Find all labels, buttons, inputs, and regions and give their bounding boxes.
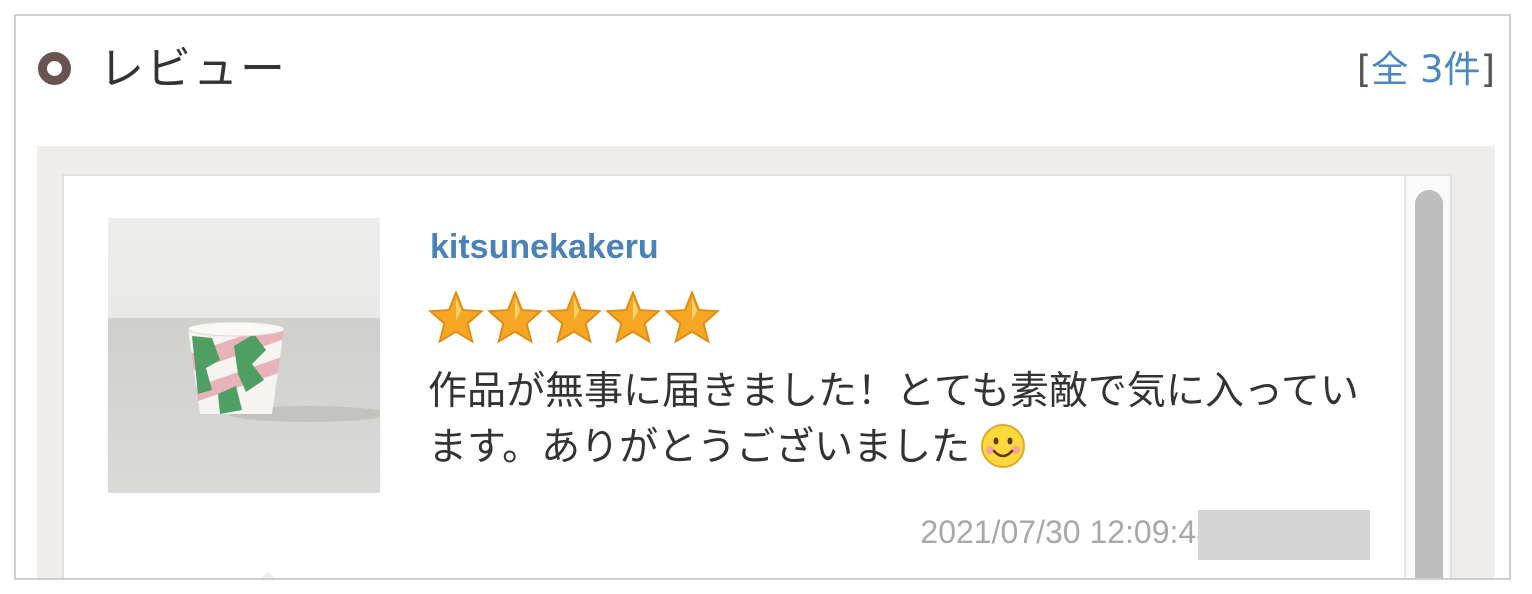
- smiley-face-icon: [981, 423, 1026, 468]
- ring-bullet-icon: [38, 52, 71, 85]
- panel-title: レビュー: [99, 42, 288, 95]
- count-bracket-open: [: [1356, 48, 1372, 91]
- review-text: 作品が無事に届きました！とても素敵で気に入っています。ありがとうございました: [428, 369, 1359, 470]
- star-icon: [605, 290, 661, 344]
- redacted-block: [1198, 510, 1370, 560]
- speech-tail-icon: [250, 572, 286, 578]
- count-bracket-close: ]: [1480, 48, 1495, 91]
- product-thumbnail[interactable]: [108, 218, 380, 493]
- review-body: 作品が無事に届きました！とても素敵で気に入っています。ありがとうございました: [428, 364, 1378, 476]
- star-icon: [664, 290, 720, 344]
- star-rating: [428, 290, 720, 344]
- star-icon: [546, 290, 602, 344]
- scrollbar-thumb[interactable]: [1415, 190, 1443, 578]
- all-reviews-link[interactable]: 全 3件: [1371, 48, 1480, 91]
- scrollbar-track[interactable]: [1404, 176, 1450, 578]
- review-date: 2021/07/30 12:09:48: [920, 514, 1214, 550]
- review-count: [全 3件]: [1357, 46, 1495, 94]
- star-icon: [487, 290, 543, 344]
- panel-header: レビュー [全 3件]: [16, 16, 1509, 132]
- review-scroll-area[interactable]: kitsunekakeru 作品が無事に届きました！とても素敵で気に入っています…: [62, 174, 1452, 578]
- cup-photo-icon: [108, 218, 380, 493]
- reviewer-username[interactable]: kitsunekakeru: [430, 228, 659, 267]
- review-panel: レビュー [全 3件] kitsunekakeru 作品が無事に届きました！とて…: [14, 14, 1511, 580]
- star-icon: [428, 290, 484, 344]
